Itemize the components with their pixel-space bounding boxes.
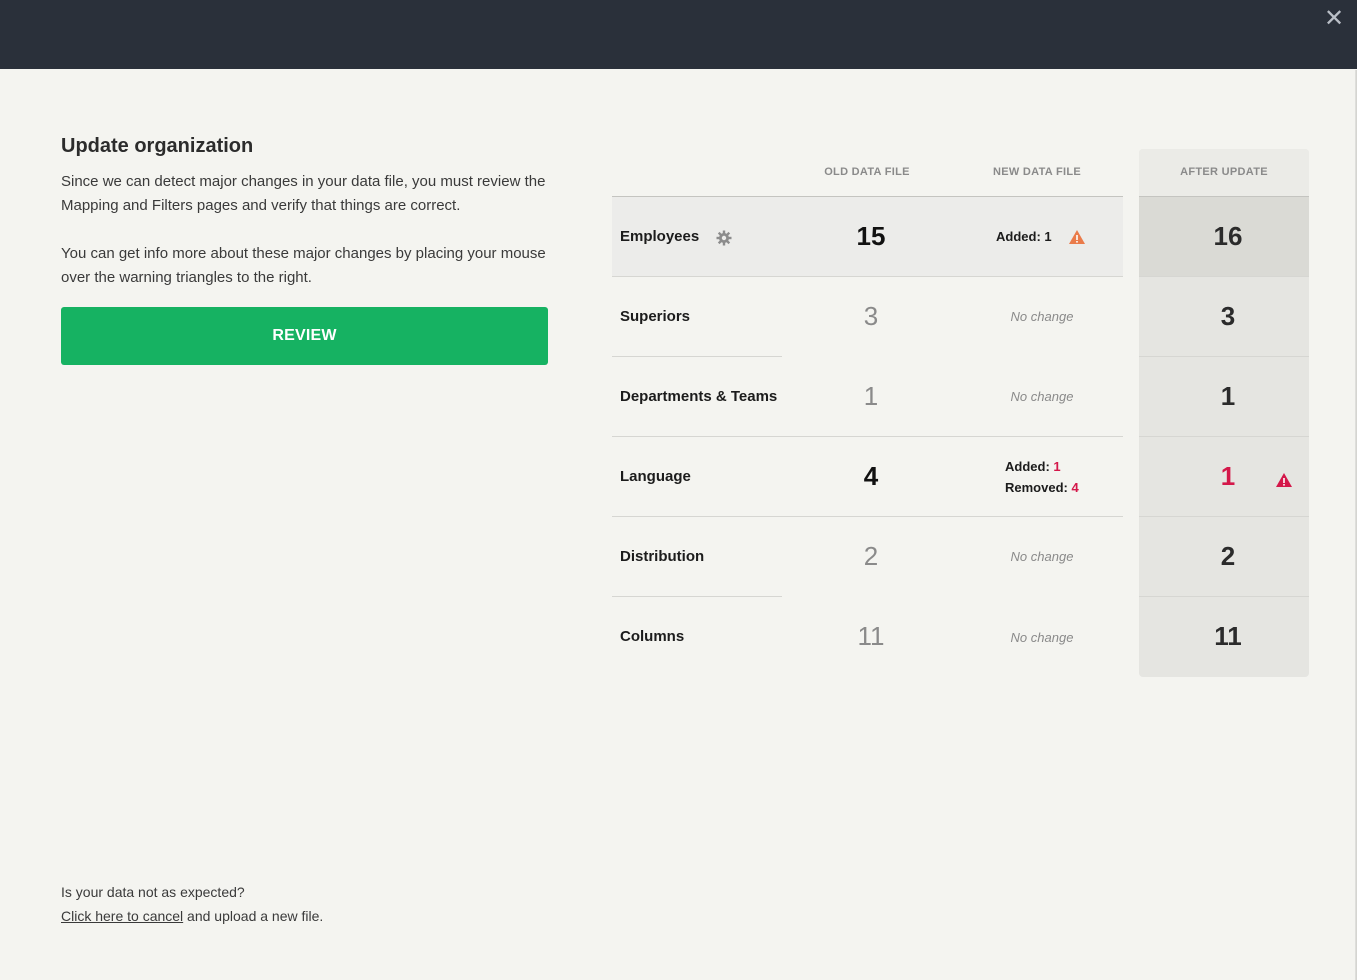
row-label-superiors: Superiors	[620, 308, 691, 325]
row-divider	[1139, 276, 1309, 277]
footer-line: Click here to cancel and upload a new fi…	[61, 904, 323, 928]
row-label-language: Language	[620, 468, 691, 485]
after-count-language: 1	[1220, 461, 1236, 491]
header-new-data-file: NEW DATA FILE	[992, 166, 1082, 178]
row-label-columns: Columns	[620, 628, 685, 645]
row-divider	[1139, 436, 1309, 437]
footer-question: Is your data not as expected?	[61, 884, 245, 900]
row-divider	[612, 436, 1123, 437]
cancel-link[interactable]: Click here to cancel	[61, 908, 183, 924]
new-added-language: Added: 1	[1005, 459, 1061, 474]
row-label-employees: Employees	[620, 228, 700, 245]
instruction-text: Since we can detect major changes in you…	[61, 173, 546, 214]
after-count-columns: 11	[1214, 621, 1242, 651]
row-divider	[612, 516, 1123, 517]
no-change-columns: No change	[1010, 630, 1074, 645]
header-divider-after	[1139, 196, 1309, 197]
old-count-language: 4	[863, 461, 879, 491]
old-count-superiors: 3	[863, 301, 879, 331]
top-bar	[0, 0, 1357, 69]
header-divider	[612, 196, 1123, 197]
after-count-employees: 16	[1213, 221, 1243, 251]
footer-rest: and upload a new file.	[183, 908, 324, 924]
old-count-departments-teams: 1	[863, 381, 879, 411]
header-old-data-file: OLD DATA FILE	[824, 166, 910, 178]
hint-text: You can get info more about these major …	[61, 245, 546, 286]
row-divider	[612, 596, 782, 597]
row-divider	[612, 356, 782, 357]
row-label-departments-teams: Departments & Teams	[620, 388, 778, 405]
old-count-distribution: 2	[863, 541, 879, 571]
row-divider	[612, 276, 1123, 277]
review-button[interactable]: REVIEW	[61, 307, 548, 365]
no-change-departments-teams: No change	[1010, 389, 1074, 404]
old-count-columns: 11	[857, 621, 885, 651]
after-count-departments-teams: 1	[1220, 381, 1236, 411]
row-divider	[1139, 596, 1309, 597]
after-count-superiors: 3	[1220, 301, 1236, 331]
info-panel: Update organization Since we can detect …	[61, 135, 551, 290]
footer: Is your data not as expected? Click here…	[61, 880, 323, 928]
row-divider	[1139, 516, 1309, 517]
no-change-superiors: No change	[1010, 309, 1074, 324]
no-change-distribution: No change	[1010, 549, 1074, 564]
new-added-employees: Added: 1	[996, 229, 1052, 244]
after-count-distribution: 2	[1220, 541, 1236, 571]
warning-triangle-icon[interactable]	[1068, 229, 1086, 245]
page-title: Update organization	[61, 135, 254, 157]
close-icon[interactable]: ✕	[1321, 6, 1347, 32]
header-after-update: AFTER UPDATE	[1180, 166, 1268, 178]
gear-icon[interactable]	[716, 230, 732, 246]
new-removed-language: Removed: 4	[1005, 480, 1079, 495]
old-count-employees: 15	[856, 221, 886, 251]
row-label-distribution: Distribution	[620, 548, 705, 565]
error-triangle-icon[interactable]	[1275, 472, 1293, 488]
row-divider	[1139, 356, 1309, 357]
